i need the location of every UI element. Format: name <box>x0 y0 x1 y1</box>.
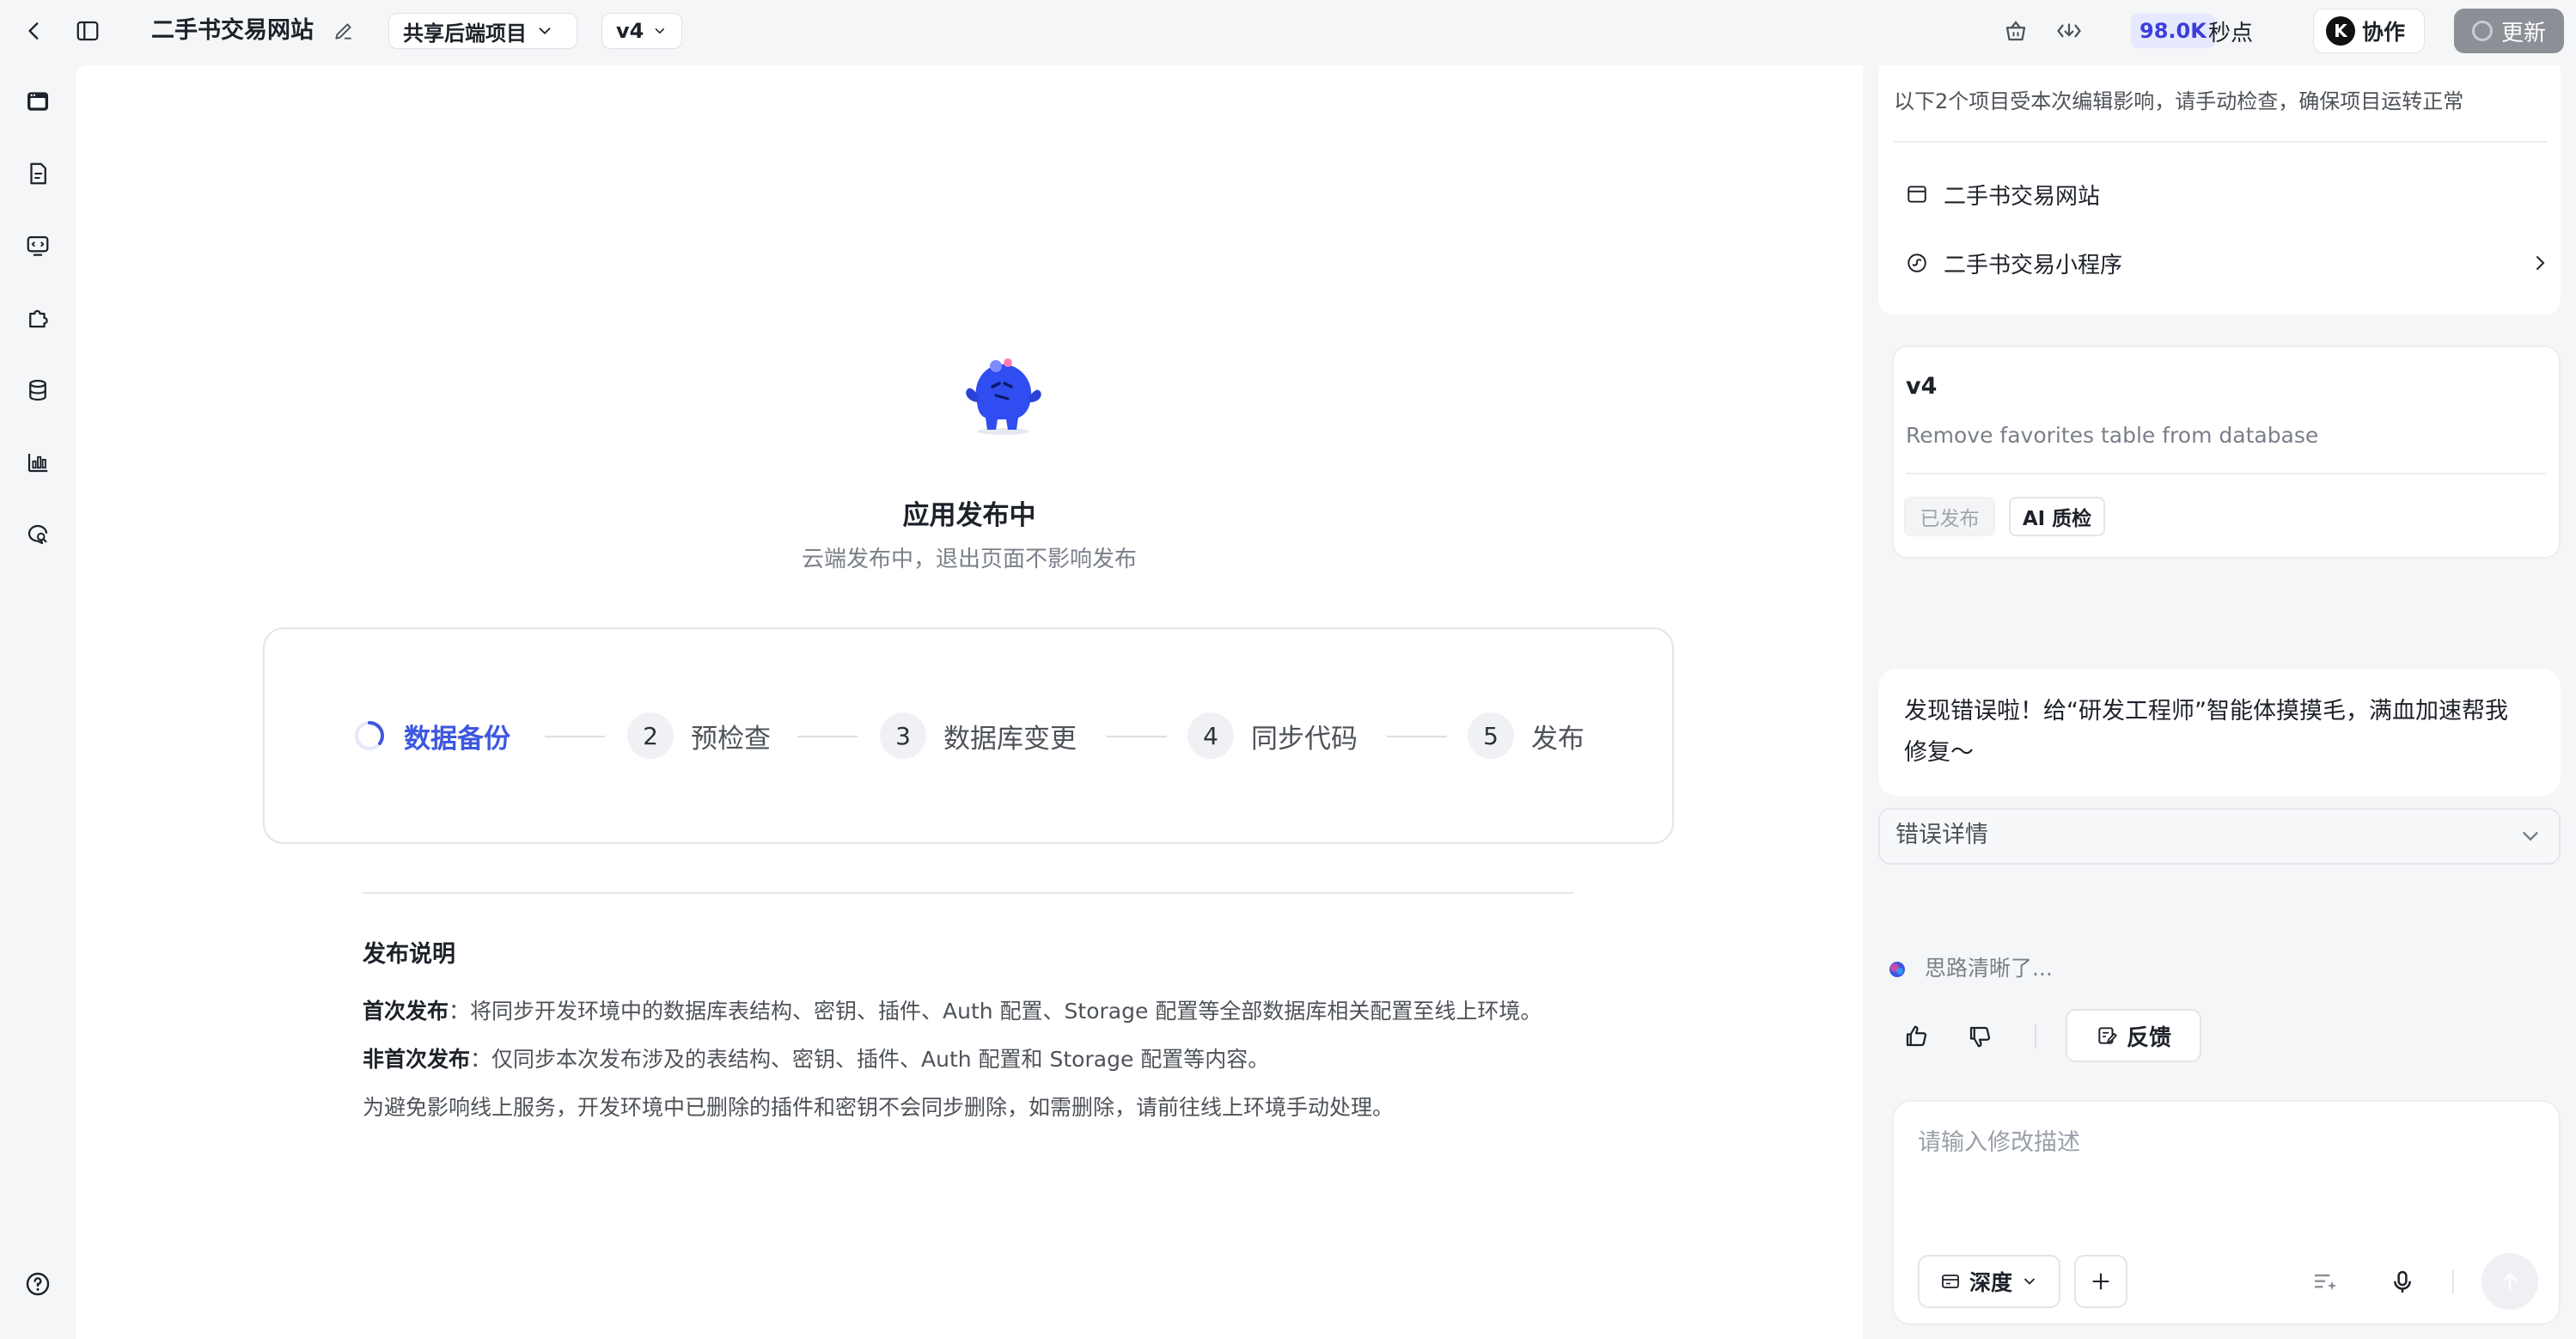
step-number: 2 <box>627 712 674 759</box>
app-title: 二手书交易网站 <box>151 17 314 44</box>
chevron-down-icon <box>2518 823 2543 849</box>
deploy-title: 应用发布中 <box>902 500 1036 531</box>
database-icon[interactable] <box>19 371 57 409</box>
points-unit: 秒点 <box>2208 20 2254 46</box>
feedback-button[interactable]: 反馈 <box>2066 1009 2201 1062</box>
note-label: 非首次发布 <box>363 1047 471 1072</box>
code-monitor-icon[interactable] <box>19 227 57 265</box>
feedback-edit-icon <box>2098 1027 2117 1044</box>
project-name: 二手书交易网站 <box>1944 183 2101 210</box>
published-badge: 已发布 <box>1904 497 1995 536</box>
arrow-up-icon <box>2502 1273 2518 1291</box>
backend-project-label: 共享后端项目 <box>403 21 527 46</box>
miniprogram-icon <box>1908 254 1926 272</box>
send-button[interactable] <box>2481 1253 2538 1310</box>
release-note-nonfirst: 非首次发布：仅同步本次发布涉及的表结构、密钥、插件、Auth 配置和 Stora… <box>363 1043 1269 1076</box>
affected-notice: 以下2个项目受本次编辑影响，请手动检查，确保项目运转正常 <box>1894 89 2464 113</box>
step-label: 同步代码 <box>1251 723 1358 755</box>
collaborate-button[interactable]: K 协作 <box>2313 9 2425 53</box>
chevron-right-icon <box>2536 256 2545 270</box>
version-label: v4 <box>616 19 644 43</box>
error-message-line: 发现错误啦！给“研发工程师”智能体摸摸毛，满血加速帮我 <box>1904 698 2508 725</box>
step-connector <box>1107 736 1167 737</box>
prompt-input[interactable] <box>1918 1121 2519 1164</box>
step-sync-code: 4 同步代码 <box>1187 712 1358 760</box>
update-button[interactable]: 更新 <box>2454 9 2564 53</box>
step-connector <box>797 736 858 737</box>
note-label: 首次发布 <box>363 999 449 1024</box>
prompt-optimize-icon[interactable] <box>2308 1265 2342 1299</box>
code-download-icon[interactable] <box>2050 12 2088 50</box>
basket-icon[interactable] <box>1997 12 2035 50</box>
search-chat-icon[interactable] <box>19 516 57 553</box>
feedback-label: 反馈 <box>2126 1024 2171 1051</box>
sidebar-toggle-icon[interactable] <box>69 12 107 50</box>
chevron-down-icon <box>539 28 551 35</box>
project-name: 二手书交易小程序 <box>1944 252 2123 278</box>
step-connector <box>1387 736 1447 737</box>
microphone-icon[interactable] <box>2385 1265 2420 1299</box>
thinking-orb-icon <box>1887 959 1908 980</box>
divider <box>1906 473 2547 474</box>
help-icon[interactable] <box>19 1265 57 1303</box>
mode-card-icon <box>1942 1275 1959 1288</box>
analytics-chart-icon[interactable] <box>19 443 57 481</box>
avatar: K <box>2326 16 2355 46</box>
loading-spinner-icon <box>355 721 384 750</box>
step-database-change: 3 数据库变更 <box>880 712 1077 760</box>
version-name: v4 <box>1906 373 1938 400</box>
chevron-down-icon <box>656 28 665 34</box>
step-number: 4 <box>1187 712 1234 759</box>
loading-spinner-icon <box>2471 21 2493 41</box>
plugin-puzzle-icon[interactable] <box>19 299 57 337</box>
step-number: 3 <box>880 712 926 759</box>
chevron-down-icon <box>2024 1278 2035 1285</box>
step-label: 发布 <box>1531 723 1584 755</box>
thinking-status: 思路清晰了... <box>1925 956 2053 981</box>
error-message-bubble <box>1878 669 2561 796</box>
ai-check-button[interactable]: AI 质检 <box>2009 497 2105 536</box>
mascot-illustration <box>958 349 1047 438</box>
thumbs-down-icon[interactable] <box>1963 1019 1997 1054</box>
release-notes-title: 发布说明 <box>363 941 455 968</box>
divider <box>2035 1024 2036 1049</box>
collaborate-label: 协作 <box>2362 20 2406 45</box>
note-text: ：仅同步本次发布涉及的表结构、密钥、插件、Auth 配置和 Storage 配置… <box>470 1047 1270 1072</box>
backend-project-dropdown[interactable]: 共享后端项目 <box>388 13 577 49</box>
release-note-warning: 为避免影响线上服务，开发环境中已删除的插件和密钥不会同步删除，如需删除，请前往线… <box>363 1095 1395 1120</box>
project-item-miniprogram[interactable]: 二手书交易小程序 <box>1906 244 2550 282</box>
version-dropdown[interactable]: v4 <box>601 13 682 49</box>
deploy-subtitle: 云端发布中，退出页面不影响发布 <box>801 547 1137 572</box>
step-connector <box>545 736 605 737</box>
back-icon[interactable] <box>15 12 53 50</box>
divider <box>2452 1270 2454 1294</box>
browser-window-icon <box>1908 186 1926 203</box>
project-item-website[interactable]: 二手书交易网站 <box>1906 175 2100 213</box>
step-publish: 5 发布 <box>1468 712 1584 760</box>
note-text: ：将同步开发环境中的数据库表结构、密钥、插件、Auth 配置、Storage 配… <box>449 999 1542 1024</box>
points-balance[interactable]: 98.0K <box>2131 14 2215 48</box>
update-label: 更新 <box>2500 20 2546 46</box>
document-icon[interactable] <box>19 155 57 193</box>
version-description: Remove favorites table from database <box>1906 423 2319 448</box>
error-details-label: 错误详情 <box>1895 822 1988 848</box>
thumbs-up-icon[interactable] <box>1899 1019 1933 1054</box>
depth-mode-dropdown[interactable]: 深度 <box>1918 1255 2060 1308</box>
step-label: 数据库变更 <box>943 723 1077 755</box>
step-precheck: 2 预检查 <box>627 712 771 760</box>
divider <box>363 892 1574 894</box>
divider <box>1894 141 2547 143</box>
release-note-first: 首次发布：将同步开发环境中的数据库表结构、密钥、插件、Auth 配置、Stora… <box>363 995 1541 1028</box>
app-preview-icon[interactable] <box>19 83 57 120</box>
step-number: 5 <box>1468 712 1514 759</box>
plus-icon <box>2092 1273 2109 1290</box>
step-data-backup: 数据备份 <box>352 712 510 760</box>
error-message-line: 修复～ <box>1904 739 1974 766</box>
depth-label: 深度 <box>1969 1270 2012 1295</box>
step-label: 数据备份 <box>404 723 510 755</box>
edit-title-icon[interactable] <box>325 12 363 50</box>
step-label: 预检查 <box>691 723 771 755</box>
add-attachment-button[interactable] <box>2074 1255 2127 1308</box>
